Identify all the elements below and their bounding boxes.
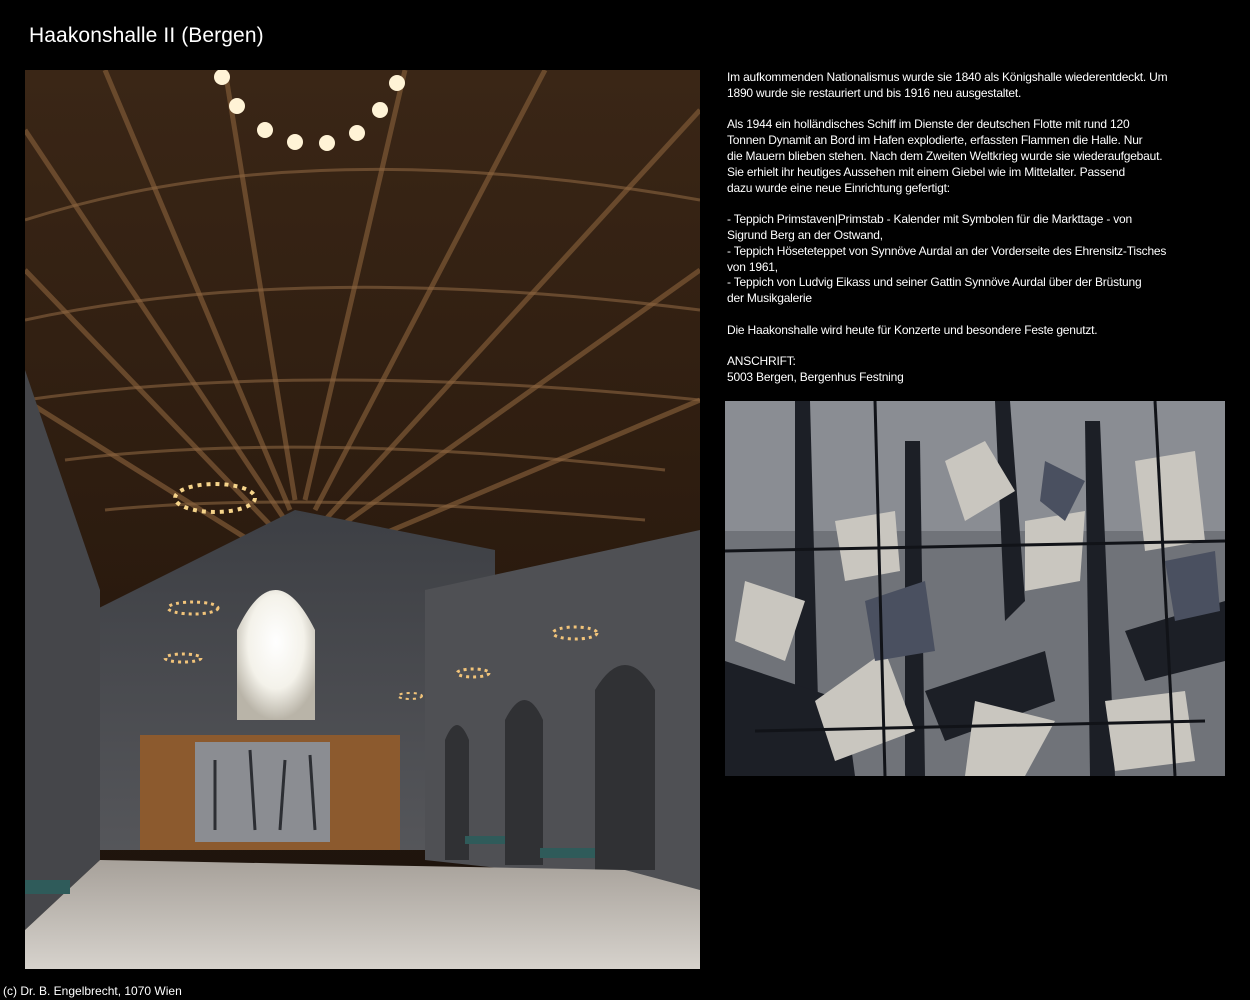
paragraph-fire: Als 1944 ein holländisches Schiff im Die… [727, 117, 1163, 195]
paragraph-history: Im aufkommenden Nationalismus wurde sie … [727, 70, 1168, 100]
tapestry-list: - Teppich Primstaven|Primstab - Kalender… [727, 212, 1197, 307]
list-item: - Teppich Primstaven|Primstab - Kalender… [727, 212, 1132, 242]
address: 5003 Bergen, Bergenhus Festning [727, 370, 904, 385]
hall-interior-photo [25, 70, 700, 969]
address-label: ANSCHRIFT: [727, 354, 796, 369]
list-item: - Teppich von Ludvig Eikass und seiner G… [727, 275, 1142, 306]
list-item: - Teppich Höseteteppet von Synnöve Aurda… [727, 243, 1167, 274]
paragraph-usage: Die Haakonshalle wird heute für Konzerte… [727, 322, 1098, 337]
page-title: Haakonshalle II (Bergen) [29, 24, 264, 47]
copyright-footer: (c) Dr. B. Engelbrecht, 1070 Wien [3, 984, 182, 998]
tapestry-photo [725, 401, 1225, 776]
article-text: Im aufkommenden Nationalismus wurde sie … [727, 70, 1197, 386]
